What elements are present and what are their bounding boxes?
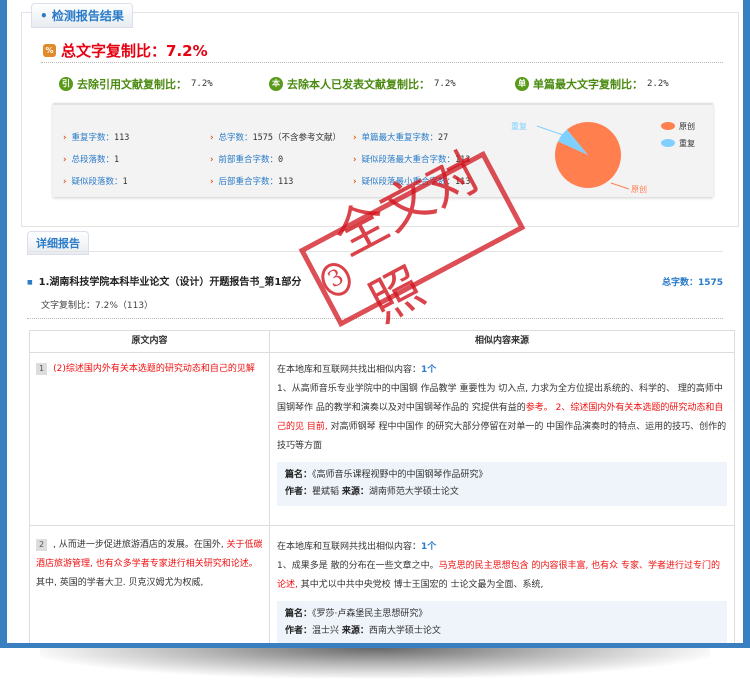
sub-label: 去除引用文献复制比： (77, 78, 187, 91)
table-row: 2, 从而进一步促进旅游酒店的发展。在国外, 关于低碳酒店旅游管理, 也有众多学… (29, 525, 735, 643)
stat-susp-min: 疑似段落最小重合字数：113 (353, 175, 471, 187)
source-box: 篇名：《高师音乐课程视野中的中国钢琴作品研究》 作者：瞿斌韬 来源：湖南师范大学… (277, 462, 727, 506)
tab-result[interactable]: • 检测报告结果 (31, 3, 133, 28)
legend-swatch-repeat (661, 139, 675, 147)
sub-value: 7.2% (191, 79, 213, 89)
quote-icon: 引 (59, 77, 73, 91)
legend-repeat: 重复 (679, 138, 695, 148)
stat-max-single: 单篇最大重复字数：27 (353, 131, 449, 143)
found-label: 在本地库和互联网共找出相似内容： (277, 542, 422, 552)
total-copy-ratio: % 总文字复制比：7.2% (43, 40, 208, 61)
stat-susp-max: 疑似段落最大重合字数：113 (353, 153, 471, 165)
source-title[interactable]: 《罗莎·卢森堡民主思想研究》 (312, 609, 427, 619)
source-title[interactable]: 《高师音乐课程视野中的中国钢琴作品研究》 (312, 470, 488, 480)
leader-line (610, 182, 630, 190)
sub-ratio-3: 单单篇最大文字复制比： 2.2% (515, 76, 669, 92)
table-row: 1 (2)综述国内外有关本选题的研究动态和自己的见解 在本地库和互联网共找出相似内… (29, 352, 735, 526)
section-total: 总字数：1575 (661, 278, 723, 288)
legend-original: 原创 (679, 121, 695, 131)
sub-label: 去除本人已发表文献复制比： (287, 78, 430, 91)
pie-label-repeat: 重复 (511, 121, 527, 131)
single-icon: 单 (515, 77, 529, 91)
similar-text: 其中尤以中共中央党校 博士王国宏的 士论文最为全面、系统, (297, 580, 544, 590)
match-count[interactable]: 1个 (421, 542, 436, 552)
stat-repeat: 重复字数：113 (63, 131, 130, 143)
source-box: 篇名：《罗莎·卢森堡民主思想研究》 作者：温士兴 来源：西南大学硕士论文 (277, 601, 727, 643)
source-origin: 湖南师范大学硕士论文 (368, 487, 459, 497)
self-icon: 本 (269, 77, 283, 91)
sub-value: 2.2% (647, 79, 669, 89)
stat-paragraphs: 总段落数：1 (63, 153, 120, 165)
comparison-table: 原文内容 相似内容来源 1 (2)综述国内外有关本选题的研究动态和自己的见解 在本地… (29, 330, 735, 643)
similar-text: 对高师钢琴 程中中国作 的研究大部分停留在对单一的 中国作品演奏时的特点、运用的… (277, 422, 727, 451)
header-original: 原文内容 (29, 330, 270, 353)
stat-front: 前部重合字数：0 (210, 153, 284, 165)
section-title: 1.湖南科技学院本科毕业论文（设计）开题报告书_第1部分 (27, 273, 302, 288)
stat-rear: 后部重合字数：113 (210, 175, 294, 187)
header-similar: 相似内容来源 (269, 330, 735, 353)
total-label: 总文字复制比：7.2% (61, 42, 208, 60)
pie-label-original: 原创 (631, 184, 647, 194)
report-frame: • 检测报告结果 % 总文字复制比：7.2% 引去除引用文献复制比： 7.2% 本去… (0, 0, 750, 648)
found-label: 在本地库和互联网共找出相似内容： (277, 365, 422, 375)
similar-text: 1、成果多是 散的分布在一些文章之中。 (277, 561, 439, 571)
source-origin: 西南大学硕士论文 (368, 626, 441, 636)
stats-box: 重复字数：113 总字数：1575（不含参考文献） 单篇最大重复字数：27 总段… (53, 103, 713, 197)
divider (27, 318, 723, 319)
source-author: 温士兴 (312, 626, 340, 636)
original-text: , 从而进一步促进旅游酒店的发展。在国外, (53, 540, 227, 550)
row-number: 1 (36, 363, 48, 375)
sub-label: 单篇最大文字复制比： (533, 78, 643, 91)
pie-chart: 重复 原创 原创 重复 (511, 121, 695, 194)
stat-susp-paragraphs: 疑似段落数：1 (63, 175, 128, 187)
original-text: 其中, 英国的学者大卫. 贝克汉姆尤为权威, (36, 578, 204, 588)
row-number: 2 (36, 539, 48, 551)
sub-value: 7.2% (434, 79, 456, 89)
source-author: 瞿斌韬 (312, 487, 340, 497)
stat-total: 总字数：1575（不含参考文献） (210, 131, 342, 143)
legend-swatch-original (661, 122, 675, 130)
match-count[interactable]: 1个 (421, 365, 436, 375)
section-ratio: 文字复制比：7.2%（113） (41, 301, 154, 311)
sub-ratio-2: 本去除本人已发表文献复制比： 7.2% (269, 76, 456, 92)
divider (27, 251, 723, 252)
percent-hex-icon: % (43, 44, 56, 57)
drop-shadow (40, 648, 710, 678)
divider (41, 62, 723, 63)
stamp-number: 3 (315, 257, 357, 301)
original-text-red: (2)综述国内外有关本选题的研究动态和自己的见解 (53, 364, 255, 374)
sub-ratio-1: 引去除引用文献复制比： 7.2% (59, 76, 213, 92)
leader-line (536, 125, 564, 136)
